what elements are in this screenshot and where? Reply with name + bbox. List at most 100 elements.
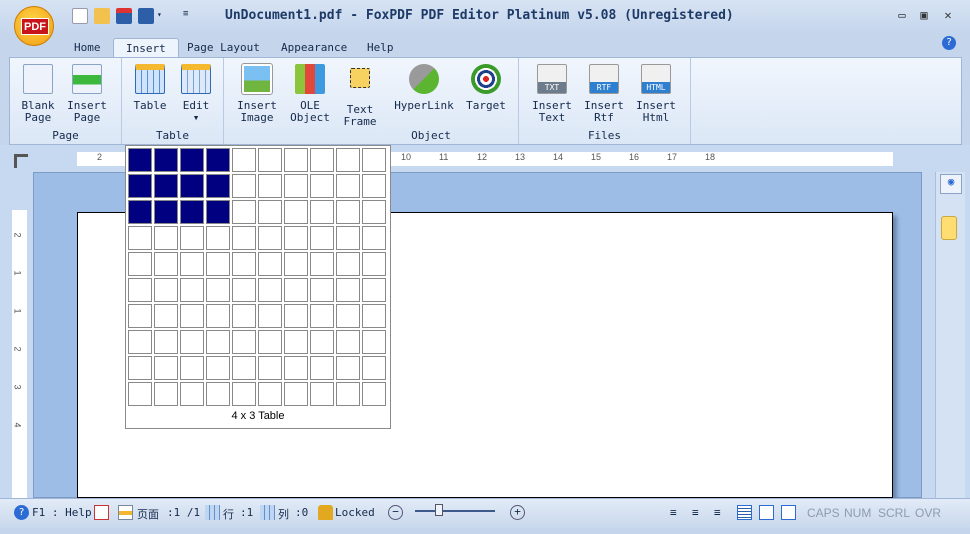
vertical-ruler[interactable]: 2 1 1 2 3 4 — [12, 210, 27, 498]
table-grid-cell[interactable] — [180, 200, 204, 224]
table-grid-cell[interactable] — [362, 356, 386, 380]
table-grid-cell[interactable] — [154, 278, 178, 302]
table-grid-cell[interactable] — [284, 148, 308, 172]
maximize-icon[interactable]: ▣ — [916, 8, 932, 22]
table-grid-cell[interactable] — [128, 252, 152, 276]
table-grid-cell[interactable] — [284, 226, 308, 250]
table-grid-cell[interactable] — [336, 148, 360, 172]
table-grid-cell[interactable] — [258, 304, 282, 328]
align-center-icon[interactable]: ≡ — [692, 506, 699, 519]
table-grid-cell[interactable] — [128, 226, 152, 250]
hyperlink-button[interactable]: HyperLink — [394, 64, 454, 112]
table-grid-cell[interactable] — [284, 174, 308, 198]
new-file-icon[interactable] — [72, 8, 88, 24]
table-grid-cell[interactable] — [206, 330, 230, 354]
table-grid-cell[interactable] — [206, 148, 230, 172]
table-grid-cell[interactable] — [206, 252, 230, 276]
table-grid-cell[interactable] — [232, 278, 256, 302]
table-grid-cell[interactable] — [128, 174, 152, 198]
table-grid-cell[interactable] — [154, 252, 178, 276]
table-grid-cell[interactable] — [258, 148, 282, 172]
table-grid-cell[interactable] — [232, 304, 256, 328]
table-button[interactable]: Table — [130, 64, 170, 112]
table-grid-cell[interactable] — [206, 304, 230, 328]
insert-text-button[interactable]: TXT Insert Text — [529, 64, 575, 124]
customize-toolbar-icon[interactable]: ≡ — [183, 9, 188, 19]
table-grid-cell[interactable] — [362, 174, 386, 198]
table-grid-cell[interactable] — [180, 330, 204, 354]
table-grid-cell[interactable] — [128, 148, 152, 172]
table-grid-cell[interactable] — [310, 304, 334, 328]
tab-page-layout[interactable]: Page Layout — [175, 38, 272, 58]
table-grid-cell[interactable] — [258, 200, 282, 224]
table-grid-cell[interactable] — [362, 304, 386, 328]
table-grid-cell[interactable] — [206, 200, 230, 224]
table-grid-cell[interactable] — [310, 174, 334, 198]
table-grid-cell[interactable] — [310, 148, 334, 172]
table-grid-cell[interactable] — [284, 356, 308, 380]
table-grid-cell[interactable] — [336, 304, 360, 328]
table-grid-cell[interactable] — [362, 148, 386, 172]
pdf-file-icon[interactable] — [94, 505, 109, 520]
table-grid-cell[interactable] — [310, 382, 334, 406]
table-grid-cell[interactable] — [154, 174, 178, 198]
table-grid-cell[interactable] — [180, 382, 204, 406]
table-grid-cell[interactable] — [336, 200, 360, 224]
table-grid-cell[interactable] — [284, 278, 308, 302]
table-grid-cell[interactable] — [310, 330, 334, 354]
insert-image-button[interactable]: Insert Image — [234, 63, 280, 124]
insert-page-button[interactable]: Insert Page — [64, 64, 110, 124]
save-dropdown-icon[interactable]: ▾ — [157, 10, 162, 19]
layout-center-icon[interactable] — [759, 505, 774, 520]
table-grid-cell[interactable] — [336, 252, 360, 276]
table-grid-cell[interactable] — [232, 382, 256, 406]
table-grid-cell[interactable] — [206, 226, 230, 250]
align-left-icon[interactable]: ≡ — [670, 506, 677, 519]
table-grid-cell[interactable] — [180, 252, 204, 276]
table-grid-cell[interactable] — [258, 278, 282, 302]
table-grid-cell[interactable] — [232, 148, 256, 172]
zoom-slider[interactable] — [415, 510, 495, 512]
target-button[interactable]: Target — [464, 64, 508, 112]
save-as-icon[interactable] — [138, 8, 154, 24]
table-grid-cell[interactable] — [154, 148, 178, 172]
table-grid-cell[interactable] — [154, 304, 178, 328]
table-grid-cell[interactable] — [310, 252, 334, 276]
zoom-in-icon[interactable]: + — [510, 505, 525, 520]
table-grid-cell[interactable] — [180, 356, 204, 380]
open-folder-icon[interactable] — [94, 8, 110, 24]
zoom-out-icon[interactable]: − — [388, 505, 403, 520]
help-icon[interactable]: ? — [14, 505, 29, 520]
table-grid-cell[interactable] — [284, 200, 308, 224]
table-size-picker[interactable]: 4 x 3 Table — [125, 145, 391, 429]
save-icon[interactable] — [116, 8, 132, 24]
table-grid-cell[interactable] — [336, 278, 360, 302]
table-grid-cell[interactable] — [232, 174, 256, 198]
table-grid-cell[interactable] — [232, 226, 256, 250]
table-grid-cell[interactable] — [336, 382, 360, 406]
table-grid-cell[interactable] — [232, 356, 256, 380]
table-grid[interactable] — [128, 148, 386, 406]
edit-table-button[interactable]: Edit ▾ — [176, 64, 216, 124]
table-grid-cell[interactable] — [128, 356, 152, 380]
table-grid-cell[interactable] — [128, 200, 152, 224]
table-grid-cell[interactable] — [154, 356, 178, 380]
table-grid-cell[interactable] — [362, 330, 386, 354]
minimize-icon[interactable]: ▭ — [894, 8, 910, 22]
table-grid-cell[interactable] — [128, 278, 152, 302]
justify-icon[interactable] — [737, 505, 752, 520]
close-icon[interactable]: ✕ — [940, 8, 956, 22]
table-grid-cell[interactable] — [258, 174, 282, 198]
tab-help[interactable]: Help — [355, 38, 406, 58]
tab-home[interactable]: Home — [62, 38, 113, 58]
insert-html-button[interactable]: HTML Insert Html — [633, 64, 679, 124]
table-grid-cell[interactable] — [258, 226, 282, 250]
table-grid-cell[interactable] — [362, 252, 386, 276]
table-grid-cell[interactable] — [180, 174, 204, 198]
table-grid-cell[interactable] — [310, 278, 334, 302]
ole-object-button[interactable]: OLE Object — [288, 64, 332, 124]
table-grid-cell[interactable] — [154, 382, 178, 406]
table-grid-cell[interactable] — [232, 200, 256, 224]
tab-appearance[interactable]: Appearance — [269, 38, 359, 58]
table-grid-cell[interactable] — [310, 226, 334, 250]
